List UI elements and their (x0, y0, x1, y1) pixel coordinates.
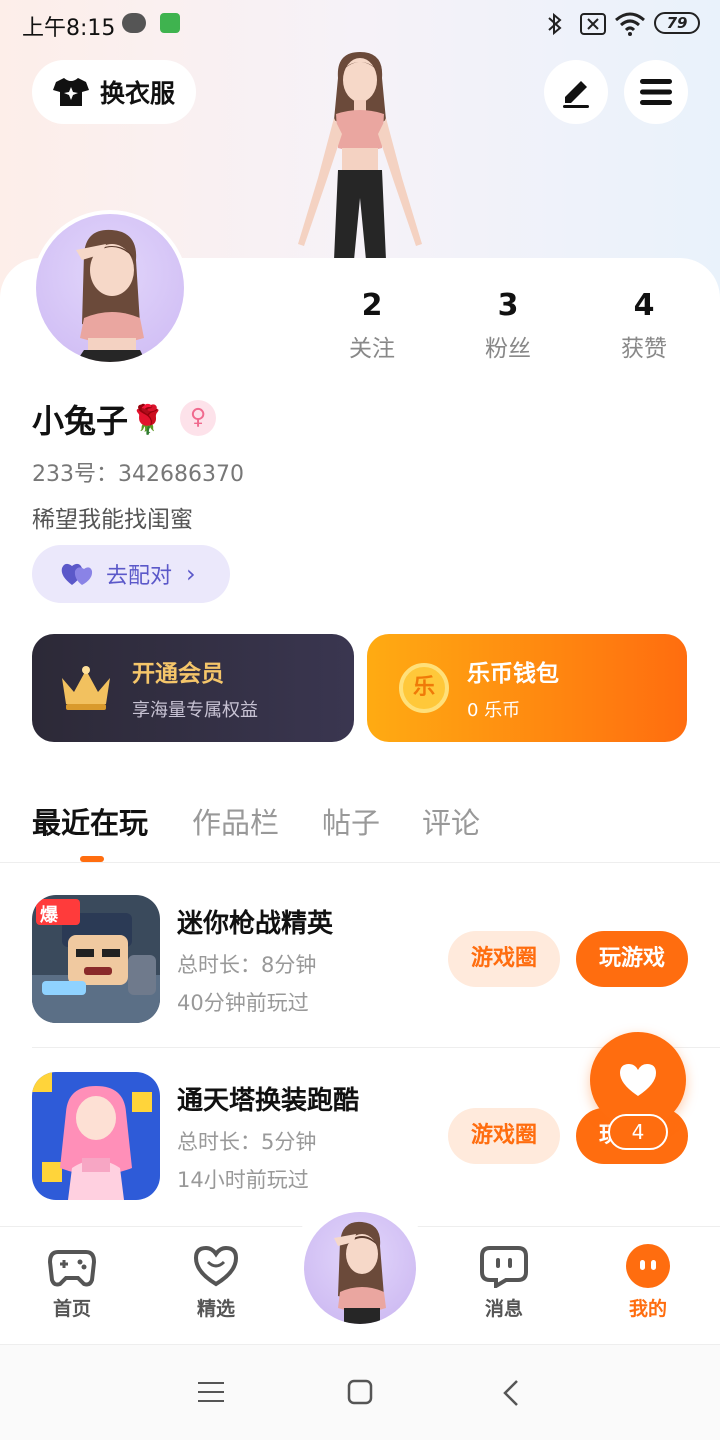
nav-label: 精选 (196, 1298, 235, 1320)
avatar-image (334, 1221, 386, 1324)
stat-value: 2 (361, 288, 383, 323)
nav-label: 我的 (628, 1298, 667, 1320)
vip-title: 开通会员 (132, 661, 224, 687)
match-label: 去配对 (106, 564, 173, 589)
match-button[interactable]: 去配对 › (32, 545, 230, 603)
wallet-balance: 0 乐币 (467, 700, 521, 721)
username: 小兔子 🌹 (32, 396, 165, 442)
change-outfit-button[interactable]: 换衣服 (32, 60, 196, 124)
edit-profile-button[interactable] (544, 60, 608, 124)
game-icon[interactable] (32, 1072, 160, 1200)
rose-emoji: 🌹 (130, 402, 165, 436)
menu-button[interactable] (624, 60, 688, 124)
game-icon[interactable]: 爆 (32, 895, 160, 1023)
game-icon-art (32, 1072, 160, 1200)
divider (0, 862, 720, 863)
game-duration: 总时长：8分钟 (177, 953, 317, 977)
menu-icon (640, 79, 672, 105)
me-face-icon (626, 1244, 670, 1288)
profile-avatar[interactable] (32, 210, 188, 366)
tab-recently-played[interactable]: 最近在玩 (32, 800, 148, 842)
nav-item-home[interactable]: 首页 (27, 1244, 117, 1321)
game-last-played: 40分钟前玩过 (177, 991, 309, 1015)
stat-following[interactable]: 2 关注 (312, 288, 432, 363)
nav-item-featured[interactable]: 精选 (171, 1244, 261, 1321)
home-icon[interactable] (347, 1379, 373, 1405)
avatar-3d-figure[interactable] (290, 48, 430, 260)
nav-item-me[interactable]: 我的 (603, 1244, 693, 1321)
heart-icon (620, 1064, 656, 1096)
app-notification-icon (160, 13, 180, 33)
user-id: 233号：342686370 (32, 462, 244, 487)
stat-label: 粉丝 (485, 336, 531, 362)
double-heart-icon (61, 563, 93, 585)
coin-wallet-card[interactable]: 乐 乐币钱包 0 乐币 (367, 634, 687, 742)
vip-membership-card[interactable]: 开通会员 享海量专属权益 (32, 634, 354, 742)
game-name: 迷你枪战精英 (177, 909, 334, 939)
nav-label: 消息 (484, 1298, 523, 1320)
game-name: 通天塔换装跑酷 (177, 1086, 360, 1116)
status-bar: 上午8:15 79 (0, 0, 720, 50)
chat-bubble-icon (480, 1246, 528, 1288)
vip-subtitle: 享海量专属权益 (132, 700, 258, 721)
coin-icon: 乐 (399, 663, 449, 713)
chevron-right-icon: › (186, 560, 196, 588)
game-duration: 总时长：5分钟 (177, 1130, 317, 1154)
no-sim-icon (580, 13, 606, 35)
nav-center-avatar[interactable] (304, 1212, 416, 1324)
gender-female-icon: ♀ (180, 400, 216, 436)
stat-followers[interactable]: 3 粉丝 (448, 288, 568, 363)
nav-label: 首页 (52, 1298, 91, 1320)
nav-item-messages[interactable]: 消息 (459, 1244, 549, 1321)
tab-comments[interactable]: 评论 (422, 800, 480, 842)
stat-likes[interactable]: 4 获赞 (584, 288, 704, 363)
change-outfit-label: 换衣服 (100, 79, 176, 108)
like-count-badge: 4 (608, 1114, 668, 1150)
recent-apps-icon[interactable] (198, 1381, 224, 1403)
username-text: 小兔子 (32, 402, 129, 440)
game-circle-button[interactable]: 游戏圈 (448, 1108, 560, 1164)
shirt-icon (53, 78, 89, 106)
game-last-played: 14小时前玩过 (177, 1168, 309, 1192)
stat-label: 获赞 (621, 336, 667, 362)
system-navigation-bar (0, 1344, 720, 1440)
avatar-image (76, 229, 146, 362)
stat-label: 关注 (349, 336, 395, 362)
wifi-icon (615, 12, 645, 36)
gamepad-icon (48, 1250, 96, 1287)
stat-value: 4 (633, 288, 655, 323)
tab-works[interactable]: 作品栏 (192, 800, 279, 842)
status-time: 上午8:15 (22, 16, 116, 41)
play-game-button[interactable]: 玩游戏 (576, 931, 688, 987)
battery-indicator: 79 (654, 12, 700, 34)
game-circle-button[interactable]: 游戏圈 (448, 931, 560, 987)
game-icon-badge: 爆 (40, 905, 58, 926)
pen-icon (563, 81, 589, 108)
bluetooth-icon (548, 12, 562, 36)
user-bio: 稀望我能找闺蜜 (32, 507, 193, 533)
crown-icon (62, 666, 110, 710)
notification-icon (122, 13, 146, 33)
wallet-title: 乐币钱包 (467, 661, 559, 687)
stat-value: 3 (497, 288, 519, 323)
heart-face-icon (193, 1245, 239, 1287)
tab-posts[interactable]: 帖子 (322, 800, 380, 842)
back-icon[interactable] (502, 1379, 520, 1407)
